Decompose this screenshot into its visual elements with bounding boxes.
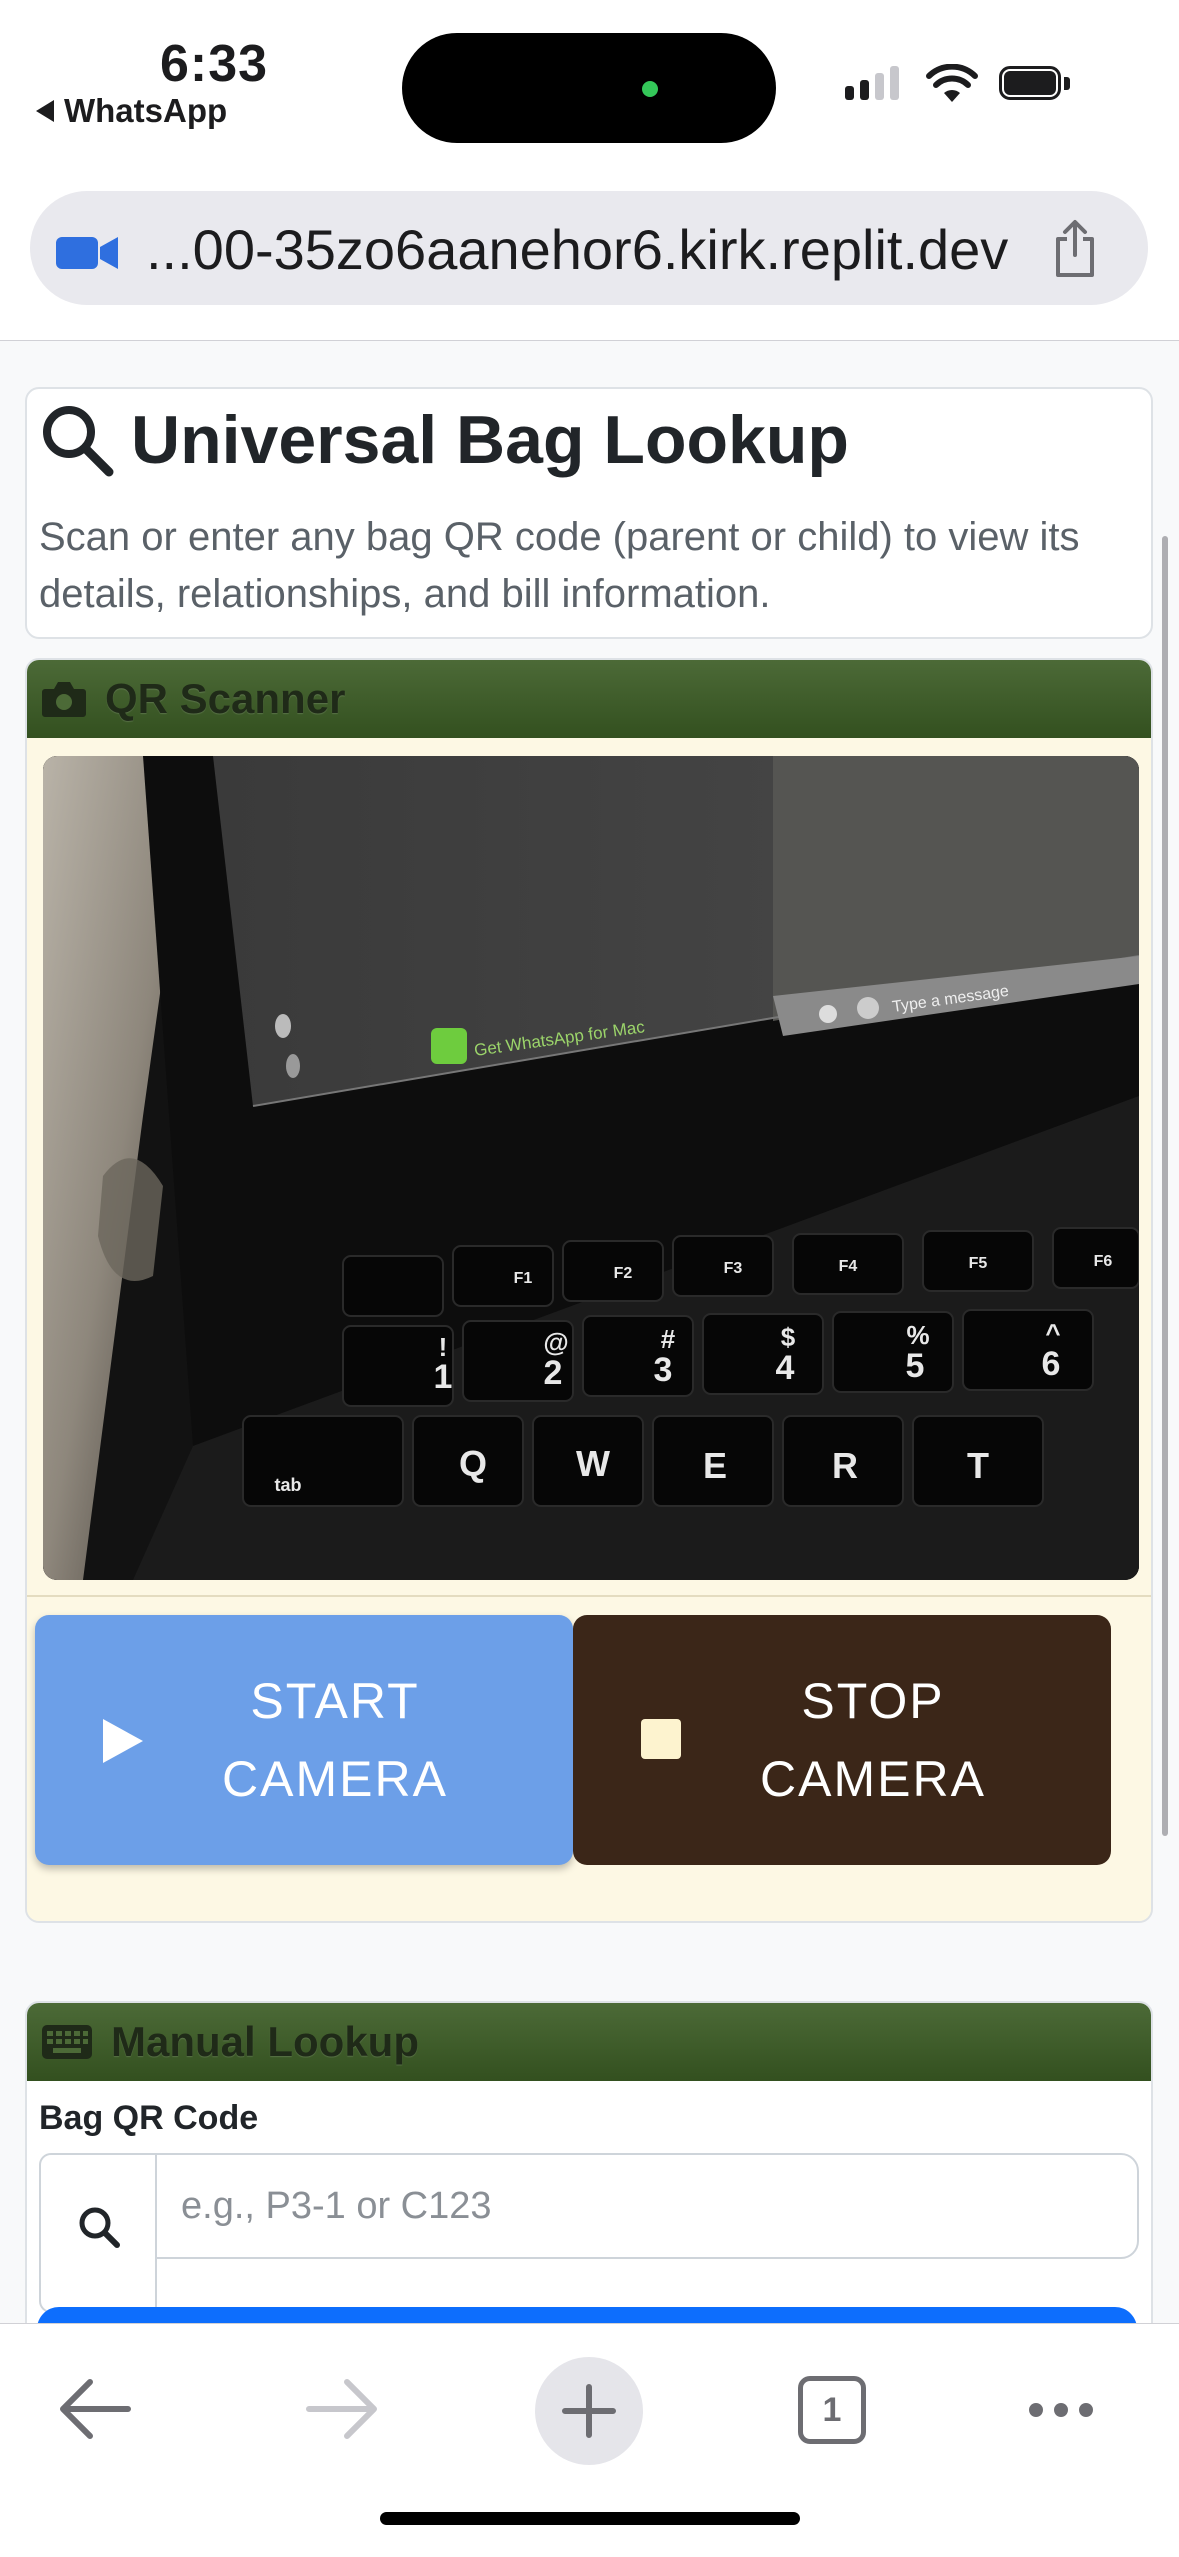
tabs-button[interactable]: 1: [798, 2376, 866, 2444]
preview-key-f1: F1: [514, 1270, 533, 1287]
back-triangle-icon: [36, 100, 54, 122]
camera-in-use-icon[interactable]: [56, 233, 120, 273]
bag-qr-input-group: e.g., P3-1 or C123: [39, 2153, 1139, 2313]
stop-camera-button[interactable]: STOP CAMERA: [573, 1615, 1111, 1865]
browser-address-area: ...00-35zo6aanehor6.kirk.replit.dev: [0, 165, 1179, 341]
preview-key-q: Q: [459, 1443, 487, 1484]
search-icon: [43, 406, 114, 477]
preview-key-2: 2: [544, 1354, 563, 1392]
preview-key-t: T: [967, 1445, 989, 1486]
qr-scanner-header: QR Scanner: [27, 660, 1151, 738]
qr-scanner-card: QR Scanner Type a message Get WhatsApp f…: [25, 658, 1153, 1923]
preview-key-6: 6: [1042, 1345, 1061, 1383]
camera-indicator-icon: [642, 81, 658, 97]
address-bar[interactable]: ...00-35zo6aanehor6.kirk.replit.dev: [30, 191, 1148, 305]
lookup-button[interactable]: [37, 2307, 1137, 2323]
search-icon: [79, 2207, 120, 2248]
page-title: Universal Bag Lookup: [131, 402, 849, 478]
bag-qr-code-label: Bag QR Code: [39, 2099, 259, 2137]
preview-key-1: 1: [434, 1358, 453, 1396]
start-camera-label-line2: CAMERA: [222, 1751, 448, 1807]
preview-key-5: 5: [906, 1347, 925, 1385]
preview-key-e: E: [703, 1445, 727, 1486]
preview-key-4: 4: [776, 1349, 795, 1387]
camera-icon: [42, 682, 86, 717]
page-scrollbar[interactable]: [1162, 536, 1168, 1836]
status-time: 6:33: [160, 35, 269, 93]
share-icon[interactable]: [1050, 219, 1100, 279]
back-app-label: WhatsApp: [64, 92, 228, 129]
home-indicator[interactable]: [380, 2512, 800, 2525]
preview-key-r: R: [832, 1445, 858, 1486]
page-subtitle: Scan or enter any bag QR code (parent or…: [39, 515, 1080, 616]
camera-controls: START CAMERA STOP CAMERA: [27, 1595, 1151, 1921]
plus-icon: [562, 2384, 616, 2438]
back-arrow-icon[interactable]: [58, 2376, 132, 2442]
preview-key-w: W: [576, 1443, 610, 1484]
stop-camera-label: STOP CAMERA: [723, 1662, 1023, 1818]
preview-key-f5: F5: [969, 1255, 988, 1272]
start-camera-button[interactable]: START CAMERA: [35, 1615, 573, 1865]
stop-icon: [641, 1719, 681, 1759]
play-icon: [103, 1719, 143, 1763]
start-camera-label-line1: START: [250, 1673, 420, 1729]
cellular-signal-icon: [845, 66, 899, 100]
manual-lookup-title: Manual Lookup: [111, 2018, 419, 2065]
preview-key-sym-2: @: [543, 1327, 568, 1357]
preview-key-f2: F2: [614, 1265, 633, 1282]
camera-preview: Type a message Get WhatsApp for Mac F1 F…: [43, 756, 1139, 1580]
preview-key-sym-4: $: [781, 1322, 796, 1352]
manual-lookup-header: Manual Lookup: [27, 2003, 1151, 2081]
bag-qr-code-placeholder: e.g., P3-1 or C123: [181, 2185, 492, 2227]
battery-icon: [999, 66, 1071, 102]
title-card: Universal Bag Lookup Scan or enter any b…: [25, 387, 1153, 639]
url-text[interactable]: ...00-35zo6aanehor6.kirk.replit.dev: [146, 217, 1008, 282]
preview-key-f3: F3: [724, 1260, 743, 1277]
keyboard-icon: [42, 2025, 92, 2059]
dynamic-island: [402, 33, 776, 143]
title-row: Universal Bag Lookup: [39, 401, 849, 479]
stop-camera-label-line2: CAMERA: [760, 1751, 986, 1807]
page-content: Universal Bag Lookup Scan or enter any b…: [0, 341, 1179, 2323]
forward-arrow-icon[interactable]: [305, 2376, 379, 2442]
preview-key-f4: F4: [839, 1258, 858, 1275]
new-tab-button[interactable]: [535, 2357, 643, 2465]
search-addon: [39, 2153, 157, 2313]
qr-scanner-title: QR Scanner: [105, 675, 346, 722]
wifi-icon: [926, 64, 978, 102]
preview-key-sym-6: ^: [1045, 1318, 1060, 1348]
camera-feed-image: Type a message Get WhatsApp for Mac F1 F…: [43, 756, 1139, 1580]
preview-key-sym-3: #: [661, 1324, 676, 1354]
stop-camera-label-line1: STOP: [801, 1673, 945, 1729]
more-options-icon[interactable]: [1026, 2400, 1096, 2420]
manual-lookup-card: Manual Lookup Bag QR Code e.g., P3-1 or …: [25, 2001, 1153, 2323]
preview-key-tab: tab: [275, 1475, 302, 1495]
back-to-app-link[interactable]: WhatsApp: [36, 92, 227, 130]
preview-key-sym-5: %: [906, 1320, 929, 1350]
start-camera-label: START CAMERA: [185, 1662, 485, 1818]
preview-key-3: 3: [654, 1351, 673, 1389]
status-bar: 6:33 WhatsApp: [0, 0, 1179, 165]
preview-key-f6: F6: [1094, 1253, 1113, 1270]
bag-qr-code-input[interactable]: e.g., P3-1 or C123: [155, 2153, 1139, 2259]
